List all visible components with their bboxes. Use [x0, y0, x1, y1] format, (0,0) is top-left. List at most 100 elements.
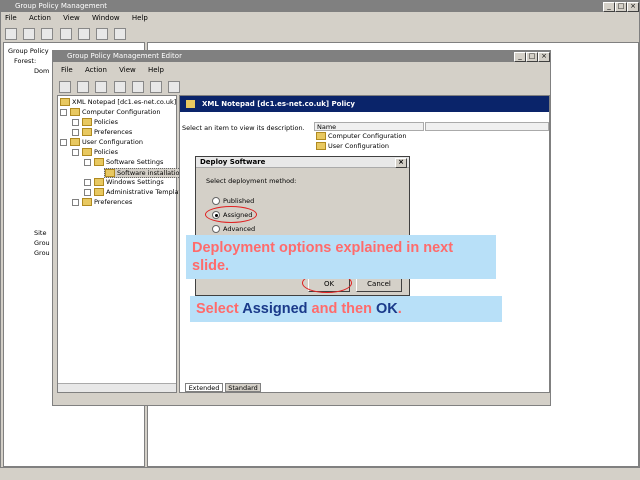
- instruction-callout: Select Assigned and then OK.: [190, 296, 502, 322]
- expand-icon[interactable]: [60, 108, 67, 116]
- tab-extended[interactable]: Extended: [185, 383, 223, 392]
- instruction-text: Select: [196, 301, 239, 317]
- help-icon[interactable]: [150, 81, 163, 93]
- console-icon[interactable]: [168, 81, 181, 93]
- tree-item[interactable]: Dom: [34, 67, 49, 75]
- description-hint: Select an item to view its description.: [182, 124, 305, 132]
- refresh-icon[interactable]: [77, 28, 90, 40]
- tree-item-software-installation[interactable]: Software installatio: [104, 168, 181, 178]
- highlight-ring: [205, 206, 257, 223]
- radio-published[interactable]: Published: [212, 197, 254, 205]
- tree-item-preferences[interactable]: Preferences: [72, 198, 132, 206]
- tree-item-preferences[interactable]: Preferences: [72, 128, 132, 136]
- dialog-prompt: Select deployment method:: [206, 177, 297, 185]
- close-button[interactable]: ×: [538, 52, 550, 62]
- expand-icon[interactable]: [84, 188, 91, 196]
- minimize-button[interactable]: _: [603, 2, 615, 12]
- close-button[interactable]: ×: [395, 158, 407, 168]
- tree-item-policies[interactable]: Policies: [72, 118, 118, 126]
- editor-tree-pane: XML Notepad [dc1.es-net.co.uk] Pol Compu…: [57, 95, 188, 393]
- software-install-icon: [105, 169, 115, 177]
- gpm-toolbar: [3, 26, 128, 40]
- close-button[interactable]: ×: [627, 2, 639, 12]
- note-callout: Deployment options explained in next sli…: [186, 235, 496, 279]
- menu-action[interactable]: Action: [85, 66, 107, 74]
- tree-item-user-config[interactable]: User Configuration: [60, 138, 143, 146]
- user-icon: [316, 142, 326, 150]
- console-icon[interactable]: [114, 28, 127, 40]
- expand-icon[interactable]: [84, 178, 91, 186]
- properties-icon[interactable]: [59, 28, 72, 40]
- tree-item[interactable]: Grou: [34, 249, 50, 257]
- collapse-icon[interactable]: [84, 158, 91, 166]
- show-hide-tree-icon[interactable]: [113, 81, 126, 93]
- back-icon[interactable]: [5, 28, 17, 40]
- radio-icon: [212, 225, 220, 233]
- tree-item[interactable]: Grou: [34, 239, 50, 247]
- instruction-emphasis: Assigned: [242, 301, 308, 317]
- menu-help[interactable]: Help: [132, 14, 148, 22]
- folder-icon: [82, 128, 92, 136]
- editor-menubar: File Action View Help: [61, 65, 174, 76]
- expand-icon[interactable]: [72, 118, 79, 126]
- tree-item[interactable]: Forest:: [14, 57, 36, 65]
- menu-action[interactable]: Action: [29, 14, 51, 22]
- back-icon[interactable]: [59, 81, 71, 93]
- editor-title: Group Policy Management Editor: [67, 52, 182, 60]
- tree-item-windows-settings[interactable]: Windows Settings: [84, 178, 164, 186]
- right-pane-header: XML Notepad [dc1.es-net.co.uk] Policy: [180, 96, 549, 112]
- folder-icon: [82, 198, 92, 206]
- editor-titlebar[interactable]: Group Policy Management Editor _ □ ×: [53, 51, 550, 62]
- maximize-button[interactable]: □: [615, 2, 627, 12]
- menu-view[interactable]: View: [63, 14, 80, 22]
- list-header-extra[interactable]: [425, 122, 549, 131]
- computer-icon: [70, 108, 80, 116]
- folder-icon[interactable]: [41, 28, 54, 40]
- horizontal-scrollbar[interactable]: [58, 383, 176, 392]
- tree-item-admin-templates[interactable]: Administrative Template: [84, 188, 185, 196]
- tree-item-software-settings[interactable]: Software Settings: [84, 158, 163, 166]
- minimize-button[interactable]: _: [514, 52, 526, 62]
- tree-item[interactable]: Group Policy: [8, 47, 49, 55]
- forward-icon[interactable]: [23, 28, 36, 40]
- gpm-titlebar[interactable]: Group Policy Management _ □ ×: [1, 1, 639, 12]
- radio-advanced[interactable]: Advanced: [212, 225, 255, 233]
- expand-icon[interactable]: [72, 128, 79, 136]
- gpm-title: Group Policy Management: [15, 2, 108, 10]
- tree-item[interactable]: Site: [34, 229, 46, 237]
- list-header-name[interactable]: Name: [314, 122, 424, 131]
- computer-icon: [316, 132, 326, 140]
- tab-standard[interactable]: Standard: [225, 383, 261, 392]
- dialog-titlebar[interactable]: Deploy Software ×: [196, 157, 409, 168]
- help-icon[interactable]: [96, 28, 109, 40]
- gpm-menubar: File Action View Window Help: [5, 13, 158, 24]
- policy-icon: [60, 98, 70, 106]
- collapse-icon[interactable]: [72, 148, 79, 156]
- instruction-text: .: [397, 301, 402, 317]
- tree-item-policies[interactable]: Policies: [72, 148, 118, 156]
- tree-item-computer-config[interactable]: Computer Configuration: [60, 108, 160, 116]
- collapse-icon[interactable]: [60, 138, 67, 146]
- menu-file[interactable]: File: [5, 14, 17, 22]
- list-item[interactable]: User Configuration: [316, 142, 389, 150]
- folder-icon: [94, 178, 104, 186]
- menu-view[interactable]: View: [119, 66, 136, 74]
- up-folder-icon[interactable]: [95, 81, 108, 93]
- radio-icon: [212, 197, 220, 205]
- maximize-button[interactable]: □: [526, 52, 538, 62]
- export-list-icon[interactable]: [131, 81, 144, 93]
- menu-window[interactable]: Window: [92, 14, 120, 22]
- tree-root[interactable]: XML Notepad [dc1.es-net.co.uk] Pol: [60, 98, 188, 106]
- policy-icon: [186, 100, 195, 108]
- list-item[interactable]: Computer Configuration: [316, 132, 406, 140]
- note-text: Deployment options explained in next sli…: [192, 240, 454, 274]
- forward-icon[interactable]: [77, 81, 90, 93]
- cancel-button[interactable]: Cancel: [356, 277, 402, 292]
- menu-help[interactable]: Help: [148, 66, 164, 74]
- folder-icon: [94, 158, 104, 166]
- menu-file[interactable]: File: [61, 66, 73, 74]
- expand-icon[interactable]: [72, 198, 79, 206]
- instruction-emphasis: OK: [375, 301, 398, 317]
- folder-icon: [82, 118, 92, 126]
- instruction-text: and then: [311, 301, 372, 317]
